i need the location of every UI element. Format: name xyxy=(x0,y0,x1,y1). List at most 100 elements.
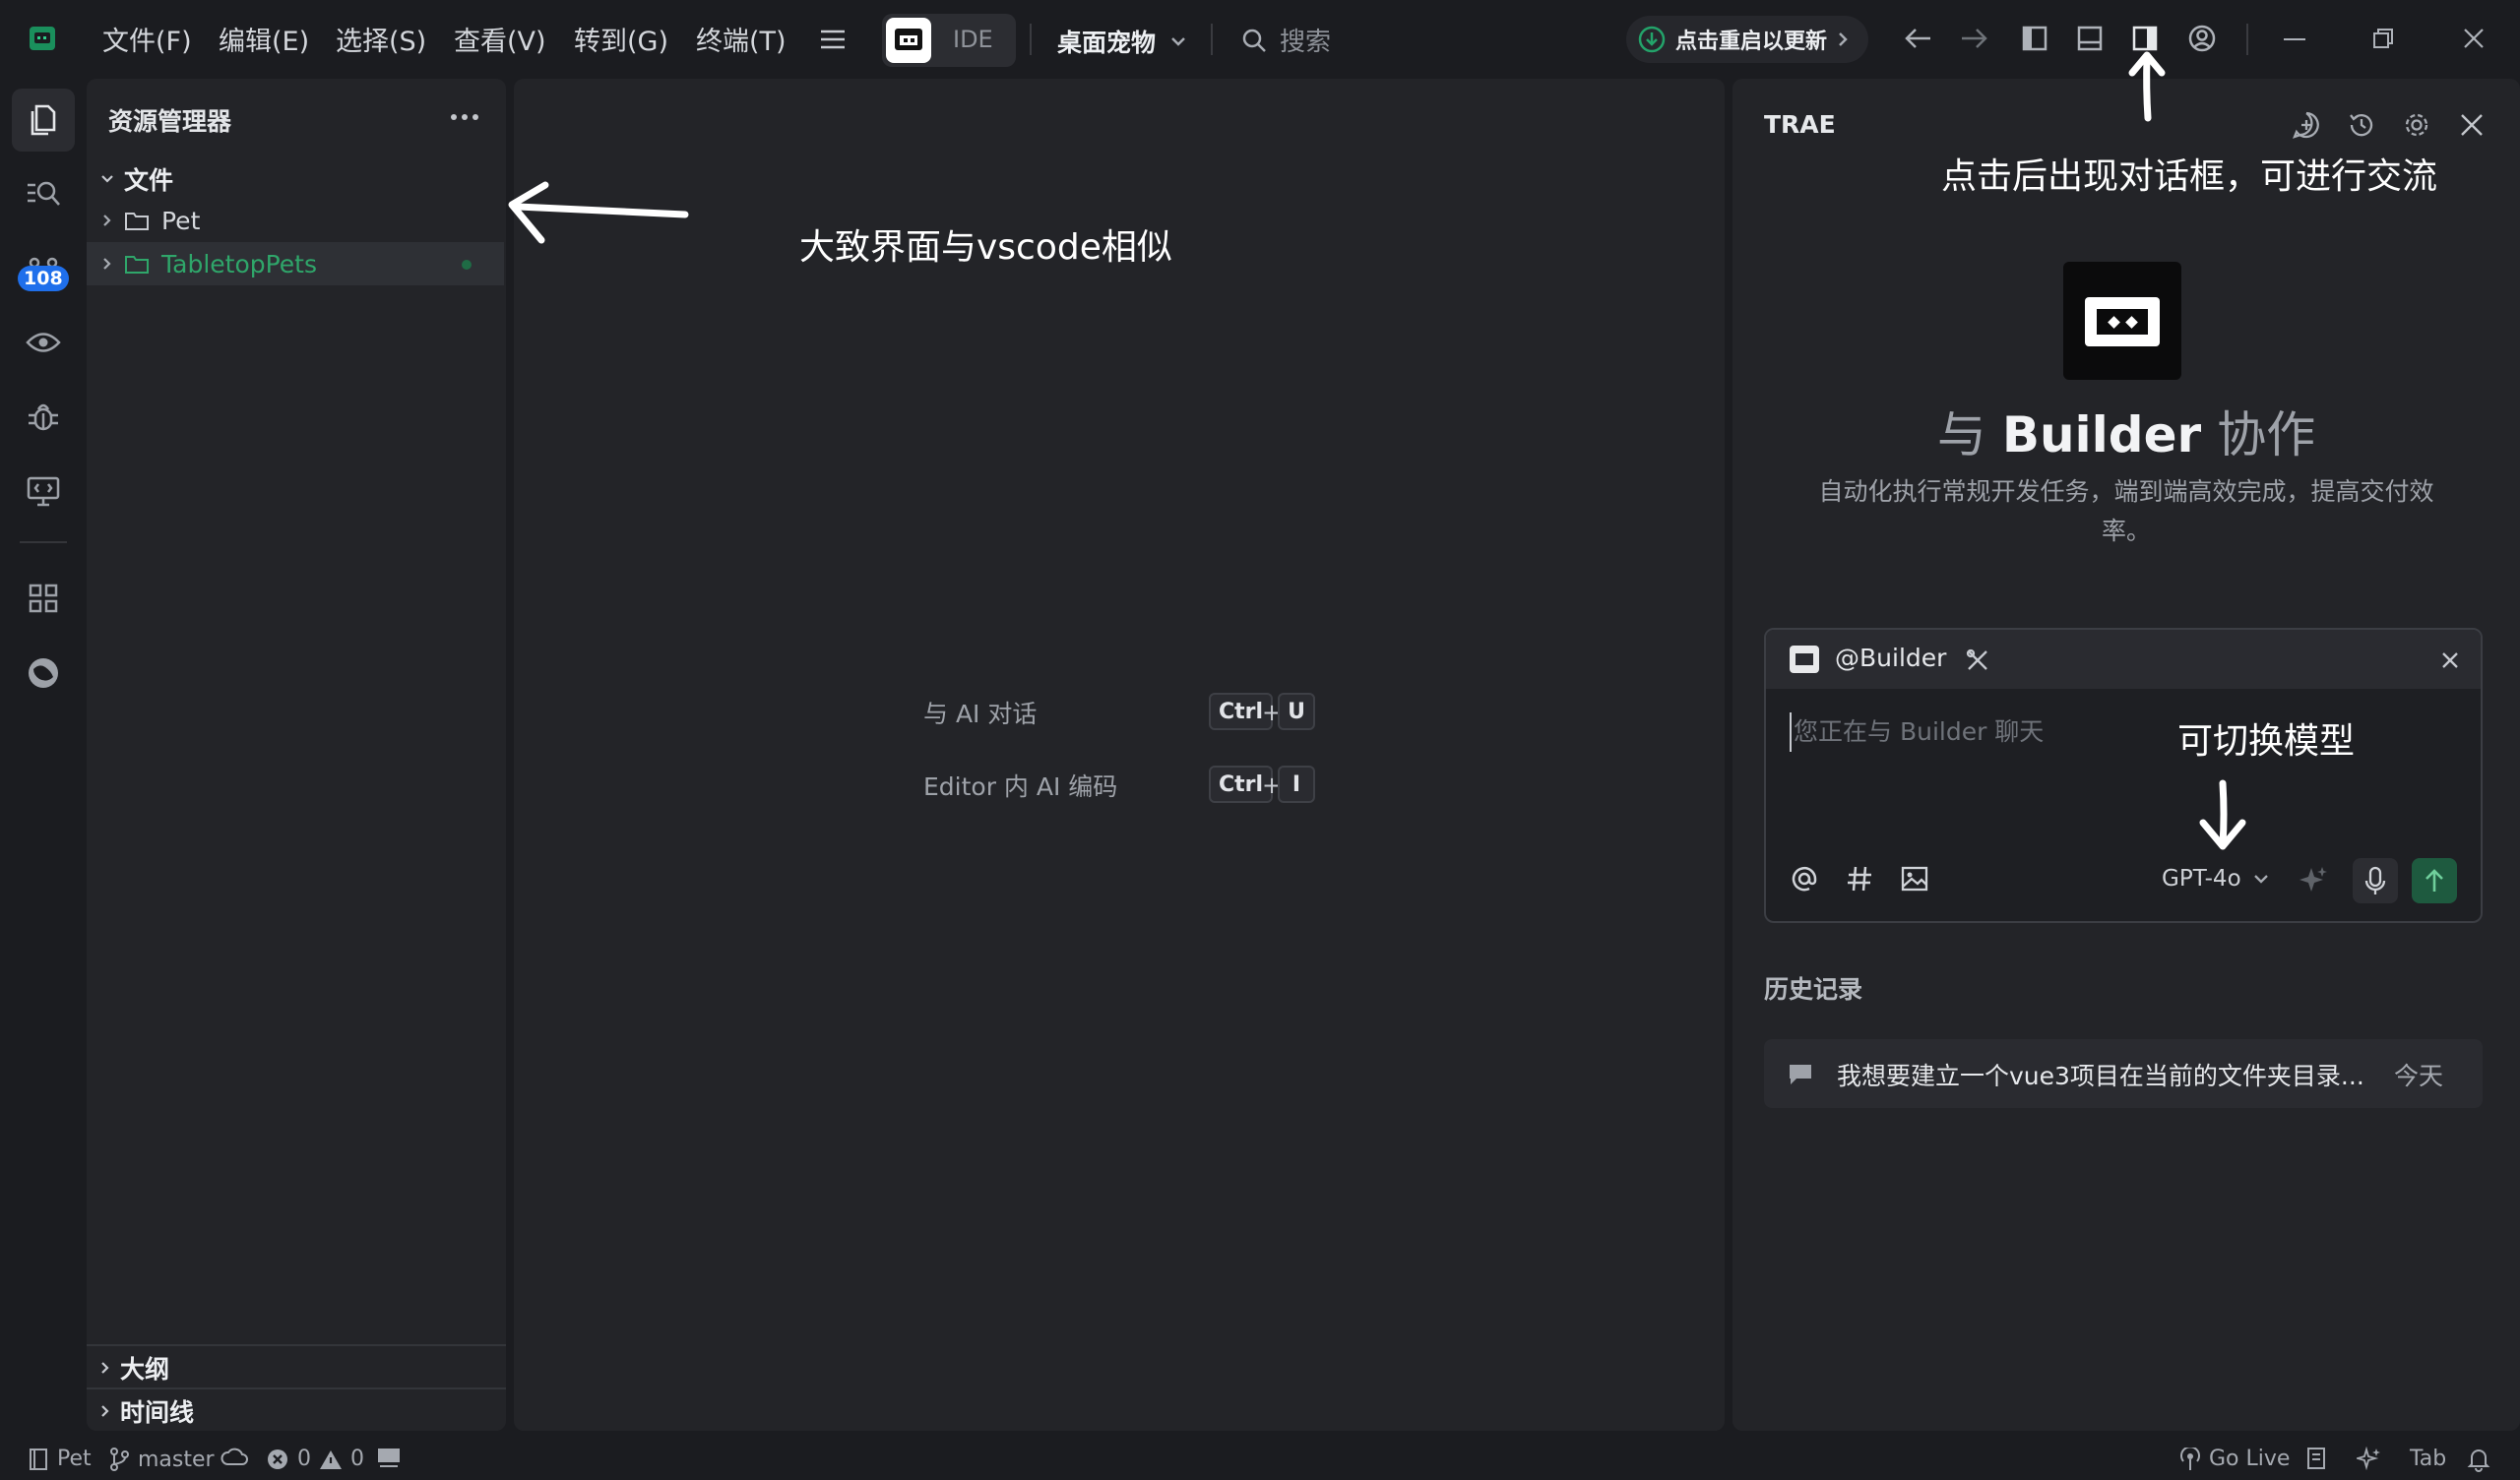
more-actions-icon[interactable] xyxy=(451,114,478,120)
workspace-label: Pet xyxy=(57,1447,92,1471)
error-icon xyxy=(266,1448,289,1471)
chevron-right-icon xyxy=(1837,31,1849,48)
hero-prefix: 与 xyxy=(1936,406,1986,463)
hero-description: 自动化执行常规开发任务，端到端高效完成，提高交付效率。 xyxy=(1818,477,2434,545)
account-icon[interactable] xyxy=(2187,24,2217,53)
terminal-panel-icon[interactable] xyxy=(376,1447,402,1468)
chevron-right-icon xyxy=(102,214,112,227)
notifications-bell-icon[interactable] xyxy=(2467,1447,2490,1472)
menu-goto[interactable]: 转到(G) xyxy=(574,20,668,58)
status-tab[interactable]: Tab xyxy=(2410,1447,2446,1471)
status-go-live[interactable]: Go Live xyxy=(2179,1447,2290,1471)
project-selector[interactable]: 桌面宠物 xyxy=(1057,24,1187,59)
outline-section-header[interactable]: 大纲 xyxy=(87,1346,504,1389)
builder-mode-icon[interactable] xyxy=(886,18,931,63)
ai-sparkle-icon[interactable] xyxy=(2357,1447,2382,1472)
explorer-panel: 资源管理器 文件 Pet TabletopPets 大纲 时间线 xyxy=(87,79,506,1431)
annotation-panel-note: 点击后出现对话框，可进行交流 xyxy=(1941,156,2438,197)
settings-gear-icon[interactable] xyxy=(2402,110,2431,140)
status-workspace[interactable]: Pet xyxy=(28,1447,92,1471)
tools-icon xyxy=(1965,648,1990,673)
status-branch[interactable]: master xyxy=(108,1447,215,1472)
files-section-header[interactable]: 文件 xyxy=(87,157,504,201)
folder-item-tabletoppets[interactable]: TabletopPets xyxy=(87,242,504,285)
menu-terminal[interactable]: 终端(T) xyxy=(696,20,787,58)
tab-label: Tab xyxy=(2410,1447,2447,1471)
close-window-icon[interactable] xyxy=(2463,28,2485,49)
editor-area: 与 AI 对话 Ctrl + U Editor 内 AI 编码 Ctrl + I xyxy=(514,79,1725,1431)
mode-switch[interactable]: IDE xyxy=(882,14,1016,67)
history-item-time: 今天 xyxy=(2394,1062,2444,1090)
timeline-section-header[interactable]: 时间线 xyxy=(87,1389,504,1433)
remote-globe-icon[interactable] xyxy=(12,642,75,705)
download-icon xyxy=(1638,26,1666,53)
chevron-down-icon xyxy=(2253,874,2269,884)
explorer-icon[interactable] xyxy=(12,89,75,152)
shortcut-label-inline: Editor 内 AI 编码 xyxy=(923,772,1118,801)
history-icon[interactable] xyxy=(2347,110,2376,140)
send-button[interactable] xyxy=(2412,858,2457,903)
hero-name: Builder xyxy=(2001,406,2202,463)
close-panel-icon[interactable] xyxy=(2459,112,2485,138)
history-item[interactable]: 我想要建立一个vue3项目在当前的文件夹目录... 今天 xyxy=(1764,1039,2483,1108)
more-menu-icon[interactable] xyxy=(819,28,847,51)
debug-bug-icon[interactable] xyxy=(12,386,75,449)
annotation-arrow-left xyxy=(498,177,695,256)
broadcast-icon xyxy=(2179,1447,2201,1471)
folder-label: Pet xyxy=(161,206,201,235)
files-section-label: 文件 xyxy=(124,166,174,195)
sync-cloud-icon[interactable] xyxy=(220,1447,248,1468)
sparkle-enhance-icon[interactable] xyxy=(2298,864,2329,895)
go-live-label: Go Live xyxy=(2209,1447,2291,1471)
restore-icon[interactable] xyxy=(2372,28,2394,49)
minimize-icon[interactable] xyxy=(2284,37,2305,41)
annotation-model-note: 可切换模型 xyxy=(2177,721,2356,762)
notes-icon[interactable] xyxy=(2305,1447,2329,1470)
mention-at-icon[interactable] xyxy=(1790,864,1819,894)
voice-input-button[interactable] xyxy=(2353,858,2398,903)
update-button[interactable]: 点击重启以更新 xyxy=(1626,16,1868,63)
warning-icon xyxy=(319,1449,343,1470)
model-selector[interactable]: GPT-4o xyxy=(2162,866,2269,892)
toggle-right-panel-icon[interactable] xyxy=(2132,26,2158,51)
menu-selection[interactable]: 选择(S) xyxy=(336,20,426,58)
timeline-label: 时间线 xyxy=(120,1398,195,1427)
search-box[interactable]: 搜索 xyxy=(1240,22,1331,58)
chat-input-placeholder: 您正在与 Builder 聊天 xyxy=(1794,717,2045,746)
menu-edit[interactable]: 编辑(E) xyxy=(219,20,309,58)
folder-icon xyxy=(124,210,150,231)
outline-label: 大纲 xyxy=(120,1355,170,1384)
folder-item-pet[interactable]: Pet xyxy=(87,199,504,242)
image-upload-icon[interactable] xyxy=(1900,864,1929,894)
explorer-title: 资源管理器 xyxy=(108,107,232,136)
chevron-right-icon xyxy=(102,257,112,271)
status-problems[interactable]: 0 0 xyxy=(266,1447,364,1471)
hash-context-icon[interactable] xyxy=(1845,864,1874,894)
send-arrow-up-icon xyxy=(2426,869,2443,892)
chevron-right-icon xyxy=(100,1361,110,1375)
history-item-text: 我想要建立一个vue3项目在当前的文件夹目录... xyxy=(1837,1062,2364,1090)
back-arrow-icon[interactable] xyxy=(1904,26,1933,51)
status-bar: Pet master 0 0 Go Live Tab xyxy=(0,1439,2520,1480)
search-replace-icon[interactable] xyxy=(12,161,75,224)
toggle-bottom-panel-icon[interactable] xyxy=(2077,26,2103,51)
toggle-left-panel-icon[interactable] xyxy=(2022,26,2048,51)
remove-agent-icon[interactable] xyxy=(2441,651,2459,669)
menu-file[interactable]: 文件(F) xyxy=(102,20,192,58)
shortcut-label-chat: 与 AI 对话 xyxy=(923,700,1038,728)
new-chat-icon[interactable] xyxy=(2292,110,2321,140)
warning-count: 0 xyxy=(350,1447,364,1471)
extensions-icon[interactable] xyxy=(12,567,75,630)
error-count: 0 xyxy=(297,1447,311,1471)
history-title: 历史记录 xyxy=(1764,975,1863,1004)
chevron-right-icon xyxy=(100,1404,110,1418)
project-name: 桌面宠物 xyxy=(1057,29,1157,57)
chat-input[interactable]: 您正在与 Builder 聊天 xyxy=(1790,712,2459,752)
preview-eye-icon[interactable] xyxy=(12,311,75,374)
ide-mode-label[interactable]: IDE xyxy=(953,26,993,53)
hero-suffix: 协作 xyxy=(2217,406,2316,463)
kbd-key: I xyxy=(1278,766,1315,803)
remote-explorer-icon[interactable] xyxy=(12,461,75,524)
menu-view[interactable]: 查看(V) xyxy=(454,20,546,58)
forward-arrow-icon[interactable] xyxy=(1959,26,1988,51)
